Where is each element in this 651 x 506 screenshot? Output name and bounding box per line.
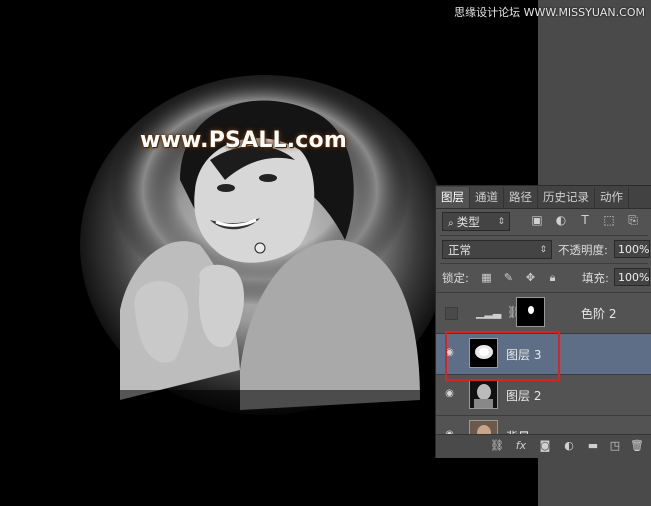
lock-label: 锁定: [442,271,469,285]
layer-filter-select[interactable]: ⌕ 类型 ⇕ [442,212,510,231]
highlight-box [445,331,560,381]
divider [440,235,648,236]
layer-row-background[interactable]: ◉ 背景 [436,415,651,435]
shape-filter-icon[interactable]: ⬚ [602,213,616,227]
trash-icon[interactable]: 🗑︎ [630,439,644,453]
layer-name: 色阶 2 [581,307,617,321]
canvas-photo [60,70,480,430]
top-watermark: 思缘设计论坛 WWW.MISSYUAN.COM [454,6,645,19]
divider [440,263,648,264]
fx-icon[interactable]: fx [514,439,528,453]
mask-icon[interactable]: ◙ [538,439,552,453]
adjustment-icon[interactable]: ◐ [562,439,576,453]
visibility-toggle-off[interactable] [445,307,458,320]
tab-history[interactable]: 历史记录 [538,187,595,208]
fill-label: 填充: [582,271,609,285]
search-icon: ⌕ [448,218,457,229]
lock-brush-icon[interactable]: ✎ [502,271,515,284]
opacity-field[interactable]: 100% [614,240,650,258]
tab-actions[interactable]: 动作 [595,187,629,208]
tab-layers[interactable]: 图层 [436,187,470,208]
tab-channels[interactable]: 通道 [470,187,504,208]
layers-bottom-toolbar: ⛓ fx ◙ ◐ ▬ ◳ 🗑︎ [436,434,651,458]
chevron-updown-icon: ⇕ [539,245,547,255]
layer-mask-thumbnail[interactable] [516,297,545,327]
layer-thumbnail[interactable] [469,379,498,409]
type-filter-icon[interactable]: T [578,213,592,227]
smart-object-filter-icon[interactable]: ⎘ [626,213,640,227]
filter-select-value: 类型 [456,215,480,229]
link-icon[interactable]: ⛓ [490,439,504,453]
site-watermark: www.PSALL.com [140,128,347,153]
chevron-updown-icon: ⇕ [497,217,505,227]
adjustment-filter-icon[interactable]: ◐ [554,213,568,227]
lock-transparent-icon[interactable]: ▦ [480,271,493,284]
opacity-label: 不透明度: [558,243,608,257]
blend-mode-select[interactable]: 正常 ⇕ [442,240,552,259]
layer-name: 图层 2 [506,389,542,403]
panel-tabs: 图层 通道 路径 历史记录 动作 [436,186,651,209]
folder-icon[interactable]: ▬ [586,439,600,453]
new-layer-icon[interactable]: ◳ [608,439,622,453]
eye-icon[interactable]: ◉ [441,385,458,403]
tab-paths[interactable]: 路径 [504,187,538,208]
fill-field[interactable]: 100% [614,268,650,286]
lock-move-icon[interactable]: ✥ [524,271,537,284]
image-filter-icon[interactable]: ▣ [530,213,544,227]
layer-thumbnail[interactable] [469,420,498,435]
lock-all-icon[interactable]: 🔒︎ [546,271,559,284]
blend-mode-value: 正常 [448,243,471,257]
layers-panel: 图层 通道 路径 历史记录 动作 ⌕ 类型 ⇕ ▣ ◐ T ⬚ ⎘ 正常 ⇕ 不… [435,185,651,458]
layer-row-levels-2[interactable]: ▁▂▃ ⛓ 色阶 2 [436,292,651,333]
levels-adjustment-icon: ▁▂▃ [476,306,502,319]
